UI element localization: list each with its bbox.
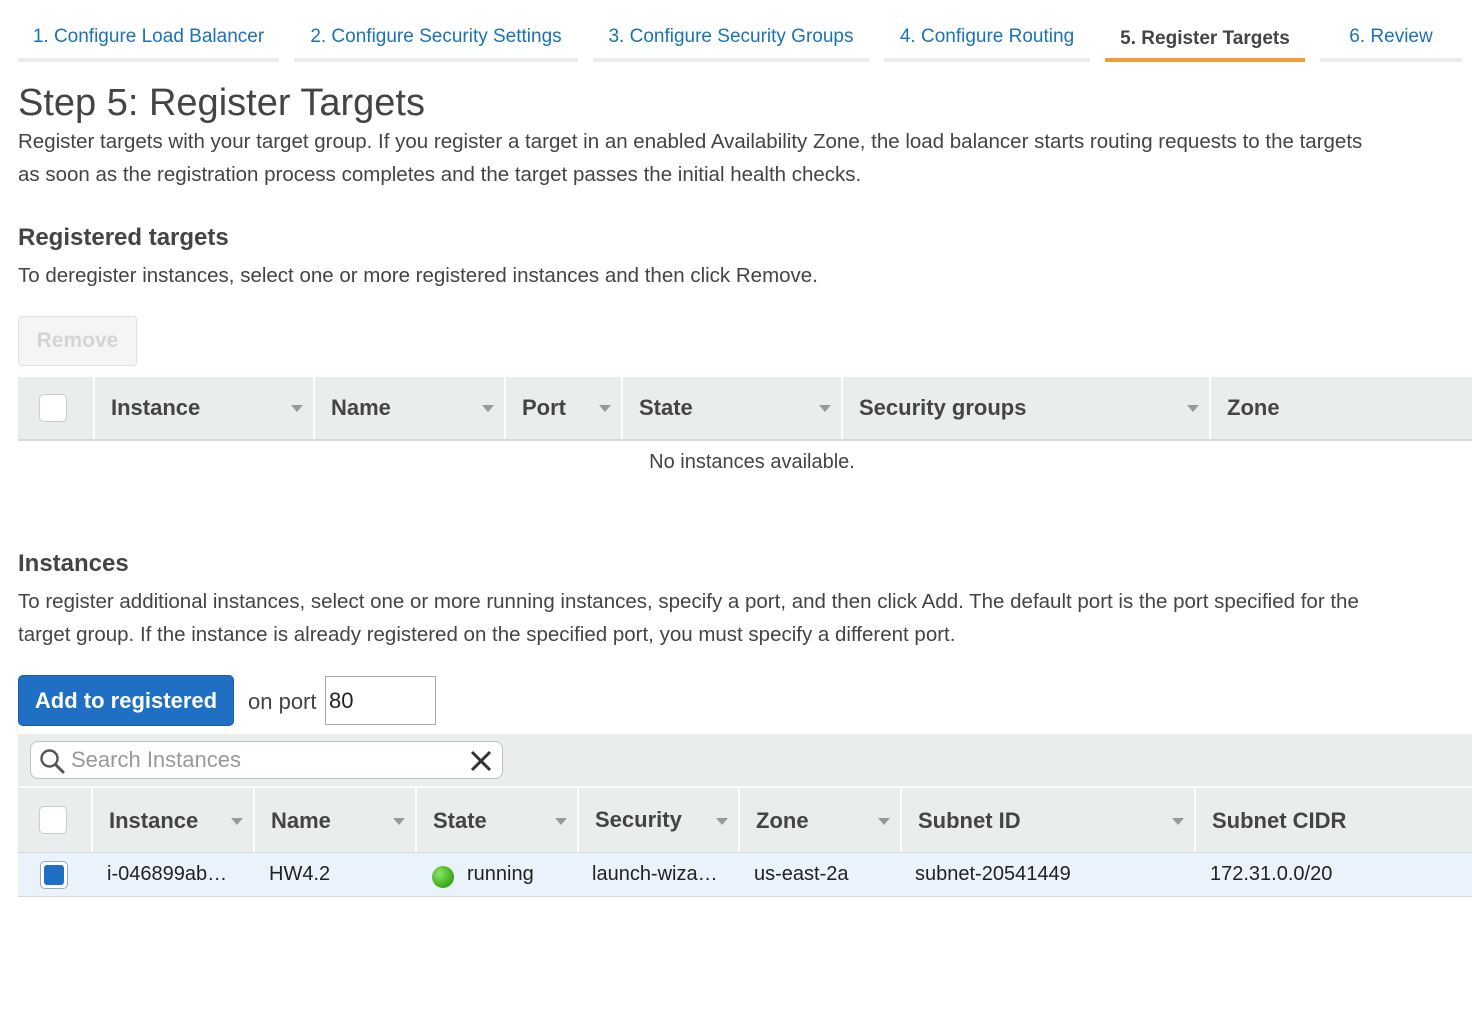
- tab-configure-load-balancer[interactable]: 1. Configure Load Balancer: [18, 0, 279, 62]
- search-icon: [39, 748, 65, 779]
- tab-label: 3. Configure Security Groups: [608, 26, 854, 47]
- page-title: Step 5: Register Targets: [18, 82, 425, 124]
- column-header-state[interactable]: State: [415, 788, 577, 852]
- tab-configure-security-groups[interactable]: 3. Configure Security Groups: [593, 0, 869, 62]
- cell-name: HW4.2: [269, 863, 331, 885]
- add-to-registered-button[interactable]: Add to registered: [18, 675, 234, 726]
- remove-button[interactable]: Remove: [18, 316, 137, 366]
- tab-label: 4. Configure Routing: [899, 26, 1075, 47]
- clear-search-icon[interactable]: [469, 749, 493, 778]
- instances-heading: Instances: [18, 550, 129, 577]
- column-header-state[interactable]: State: [621, 377, 841, 439]
- cell-subnet-cidr: 172.31.0.0/20: [1210, 863, 1333, 885]
- select-all-cell: [18, 788, 91, 852]
- tab-label: 1. Configure Load Balancer: [32, 26, 265, 47]
- tab-label: 2. Configure Security Settings: [310, 26, 562, 47]
- column-header-name[interactable]: Name: [253, 788, 415, 852]
- sort-caret-icon: [231, 818, 243, 825]
- search-bar: [18, 734, 1472, 786]
- column-header-security-groups[interactable]: Security groups: [841, 377, 1209, 439]
- select-all-cell: [18, 377, 93, 439]
- sort-caret-icon: [878, 818, 890, 825]
- cell-subnet-id: subnet-20541449: [915, 863, 1071, 885]
- column-header-instance[interactable]: Instance: [91, 788, 253, 852]
- running-status-icon: [432, 866, 454, 888]
- sort-caret-icon: [599, 405, 611, 412]
- column-header-subnet-id[interactable]: Subnet ID: [900, 788, 1194, 852]
- tab-label: 6. Review: [1349, 26, 1433, 47]
- column-header-security[interactable]: Security: [577, 788, 738, 852]
- port-input[interactable]: [325, 676, 436, 725]
- registered-targets-help: To deregister instances, select one or m…: [18, 264, 818, 287]
- row-checkbox[interactable]: [40, 861, 68, 889]
- cell-security: launch-wiza…: [592, 863, 718, 885]
- column-header-zone[interactable]: Zone: [1209, 377, 1472, 439]
- tab-configure-routing[interactable]: 4. Configure Routing: [884, 0, 1090, 62]
- sort-caret-icon: [1172, 818, 1184, 825]
- instances-help-line2: target group. If the instance is already…: [18, 623, 956, 646]
- page-description-line1: Register targets with your target group.…: [18, 130, 1363, 153]
- column-header-subnet-cidr[interactable]: Subnet CIDR: [1194, 788, 1472, 852]
- page-description-line2: as soon as the registration process comp…: [18, 163, 862, 186]
- cell-state: running: [467, 863, 534, 885]
- instances-table-header: Instance Name State Security Zone Subnet…: [18, 788, 1472, 854]
- sort-caret-icon: [482, 405, 494, 412]
- registered-targets-heading: Registered targets: [18, 224, 229, 251]
- tab-configure-security-settings[interactable]: 2. Configure Security Settings: [294, 0, 578, 62]
- checkbox-checked-mark: [44, 865, 64, 885]
- registered-targets-table-header: Instance Name Port State Security groups…: [18, 377, 1472, 441]
- cell-instance: i-046899ab…: [107, 863, 228, 885]
- column-header-port[interactable]: Port: [504, 377, 621, 439]
- table-row[interactable]: i-046899ab… HW4.2 running launch-wiza… u…: [18, 853, 1472, 897]
- sort-caret-icon: [393, 818, 405, 825]
- cell-zone: us-east-2a: [754, 863, 849, 885]
- sort-caret-icon: [819, 405, 831, 412]
- empty-table-message: No instances available.: [649, 451, 855, 473]
- sort-caret-icon: [716, 818, 728, 825]
- tab-label: 5. Register Targets: [1120, 28, 1290, 49]
- column-header-instance[interactable]: Instance: [93, 377, 313, 439]
- tab-register-targets[interactable]: 5. Register Targets: [1105, 0, 1305, 62]
- column-header-name[interactable]: Name: [313, 377, 504, 439]
- search-input[interactable]: [71, 744, 451, 776]
- sort-caret-icon: [555, 818, 567, 825]
- tab-review[interactable]: 6. Review: [1320, 0, 1462, 62]
- select-all-checkbox[interactable]: [39, 394, 67, 422]
- on-port-label: on port: [248, 689, 317, 714]
- wizard-steps: 1. Configure Load Balancer 2. Configure …: [0, 0, 1472, 64]
- instances-help-line1: To register additional instances, select…: [18, 590, 1359, 613]
- select-all-checkbox[interactable]: [39, 806, 67, 834]
- sort-caret-icon: [1187, 405, 1199, 412]
- search-box: [30, 741, 503, 779]
- column-header-zone[interactable]: Zone: [738, 788, 900, 852]
- sort-caret-icon: [291, 405, 303, 412]
